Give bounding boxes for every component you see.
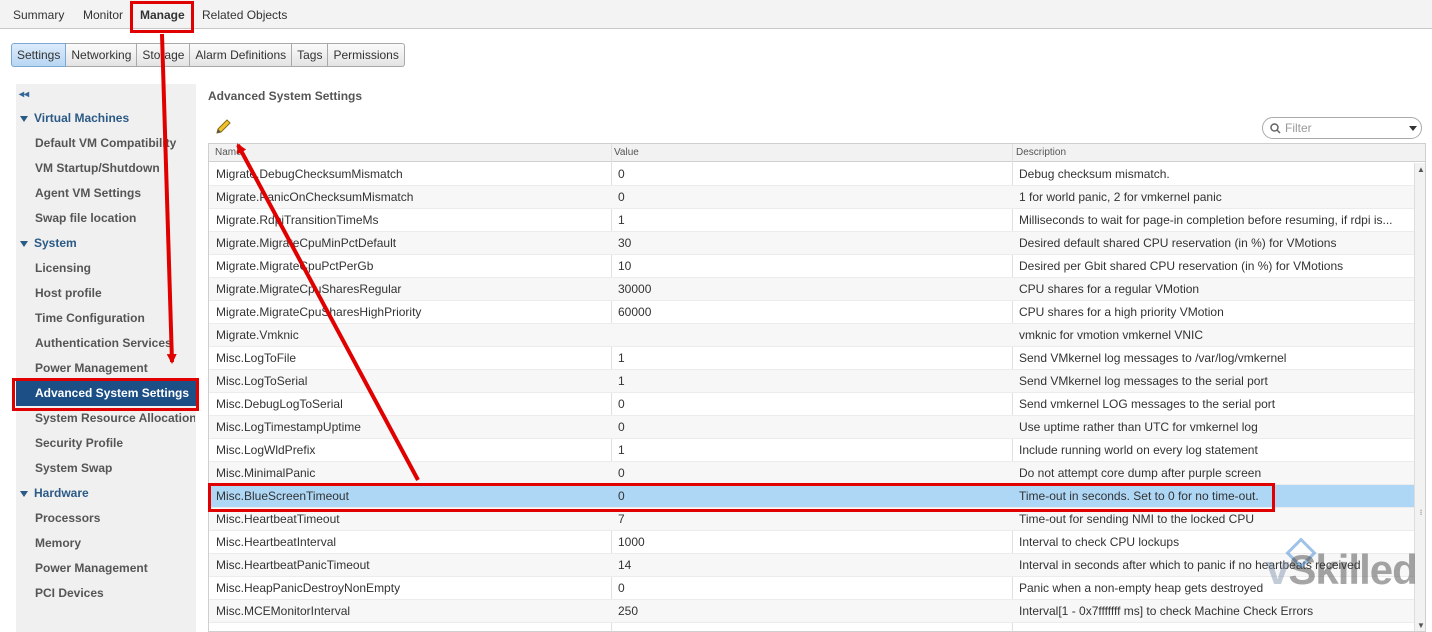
- vskilled-watermark-logo: vSkilled: [1266, 546, 1418, 594]
- arrow-to-edit-button: [236, 143, 420, 481]
- logo-prefix: v: [1266, 546, 1289, 593]
- logo-text: Skilled: [1288, 546, 1417, 593]
- annotation-arrows: [160, 33, 420, 481]
- arrow-to-advanced-settings: [160, 33, 177, 364]
